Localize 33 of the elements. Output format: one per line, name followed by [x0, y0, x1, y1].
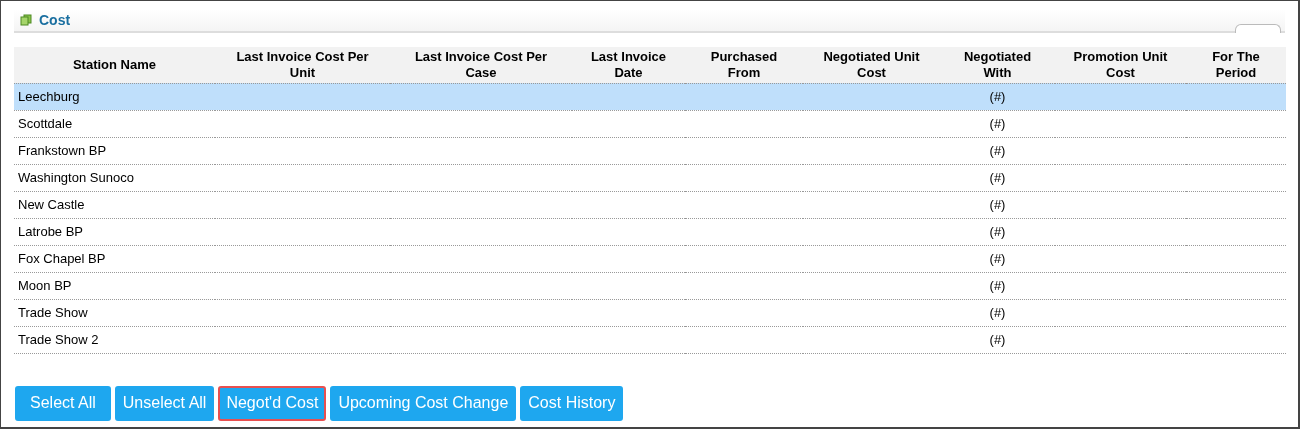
table-cell: (#) — [989, 224, 1006, 239]
table-cell: Latrobe BP — [18, 224, 84, 239]
table-row[interactable]: New Castle (#) — [14, 191, 1286, 218]
table-cell: (#) — [989, 251, 1006, 266]
table-cell: Frankstown BP — [18, 143, 107, 158]
copy-icon — [20, 14, 32, 26]
table-cell: New Castle — [18, 197, 85, 212]
tab-shape — [1235, 24, 1281, 33]
table-cell: (#) — [989, 89, 1006, 104]
table-cell: (#) — [989, 305, 1006, 320]
table-cell: (#) — [989, 116, 1006, 131]
table-cell: Trade Show — [18, 305, 88, 320]
table-row[interactable]: Leechburg (#) — [14, 83, 1286, 110]
table-cell: (#) — [989, 170, 1006, 185]
table-cell: (#) — [989, 197, 1006, 212]
table-row[interactable]: Latrobe BP (#) — [14, 218, 1286, 245]
table-cell: Leechburg — [18, 89, 80, 104]
panel-title: Cost — [39, 12, 71, 28]
table-row[interactable]: Frankstown BP (#) — [14, 137, 1286, 164]
table-row[interactable]: Scottdale (#) — [14, 110, 1286, 137]
table-row[interactable]: Washington Sunoco (#) — [14, 164, 1286, 191]
table-cell: (#) — [989, 278, 1006, 293]
table-cell: Moon BP — [18, 278, 72, 293]
table-cell: (#) — [989, 143, 1006, 158]
table-cell: Trade Show 2 — [18, 332, 99, 347]
table-row[interactable]: Moon BP (#) — [14, 272, 1286, 299]
table-cell: (#) — [989, 332, 1006, 347]
table-cell: Scottdale — [18, 116, 73, 131]
table-row[interactable]: Trade Show 2 (#) — [14, 326, 1286, 353]
table-cell: Washington Sunoco — [18, 170, 134, 185]
table-row[interactable]: Fox Chapel BP (#) — [14, 245, 1286, 272]
table-cell: Fox Chapel BP — [18, 251, 106, 266]
table-row[interactable]: Trade Show (#) — [14, 299, 1286, 326]
